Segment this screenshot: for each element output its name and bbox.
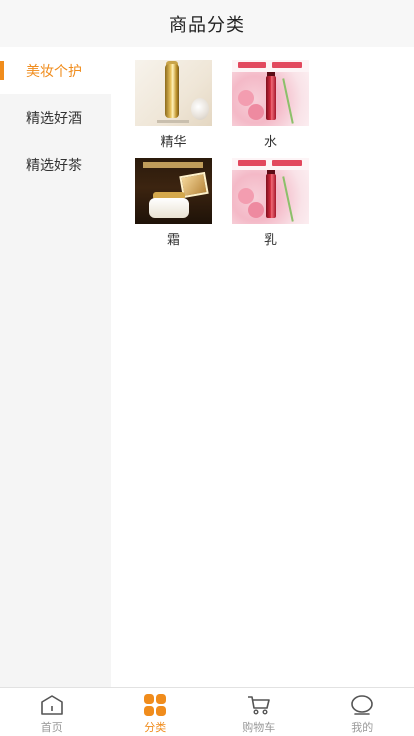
product-name: 霜 [166,233,180,248]
tab-label: 首页 [40,721,63,734]
bottom-tab-bar: 首页 分类 购物车 我的 [0,687,414,736]
product-thumbnail[interactable] [135,60,212,126]
product-item-lotion[interactable]: 乳 [232,158,309,250]
tab-label: 我的 [351,721,374,734]
sidebar-item-wine[interactable]: 精选好酒 [0,94,111,141]
sidebar-item-tea[interactable]: 精选好茶 [0,141,111,188]
product-item-serum[interactable]: 精华 [135,60,212,152]
profile-icon [350,694,374,716]
product-thumbnail[interactable] [135,158,212,224]
tab-cart[interactable]: 购物车 [207,688,311,736]
product-panel: 精华 水 霜 乳 [111,47,414,687]
product-thumbnail[interactable] [232,60,309,126]
product-grid: 精华 水 霜 乳 [135,60,405,250]
product-name: 精华 [160,135,187,150]
tab-label: 分类 [144,721,167,734]
cart-icon [247,694,271,716]
product-item-cream[interactable]: 霜 [135,158,212,250]
page-title: 商品分类 [169,14,245,36]
sidebar-item-beauty[interactable]: 美妆个护 [0,47,111,94]
product-name: 水 [263,135,277,150]
page-header: 商品分类 [0,0,414,47]
category-grid-icon [143,694,167,716]
tab-home[interactable]: 首页 [0,688,104,736]
category-sidebar: 美妆个护 精选好酒 精选好茶 [0,47,111,687]
home-icon [40,694,64,716]
product-thumbnail[interactable] [232,158,309,224]
product-name: 乳 [263,233,277,248]
tab-label: 购物车 [242,721,276,734]
tab-profile[interactable]: 我的 [311,688,414,736]
tab-category[interactable]: 分类 [104,688,208,736]
product-item-toner[interactable]: 水 [232,60,309,152]
